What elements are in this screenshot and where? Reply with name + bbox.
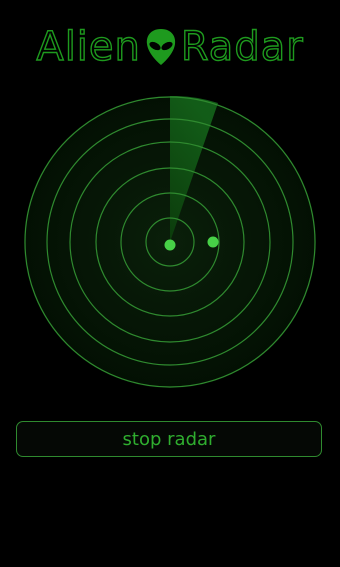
app-title: Alien Radar: [0, 22, 340, 72]
radar-contact-blip: [207, 236, 219, 248]
alien-head-icon: [144, 27, 178, 67]
radar-center-blip: [164, 239, 176, 251]
app-screen: Alien Radar stop radar: [0, 0, 340, 567]
title-word-radar: Radar: [180, 23, 304, 70]
stop-radar-button[interactable]: stop radar: [16, 421, 322, 457]
title-word-alien: Alien: [36, 23, 141, 70]
radar-display: [24, 96, 316, 388]
